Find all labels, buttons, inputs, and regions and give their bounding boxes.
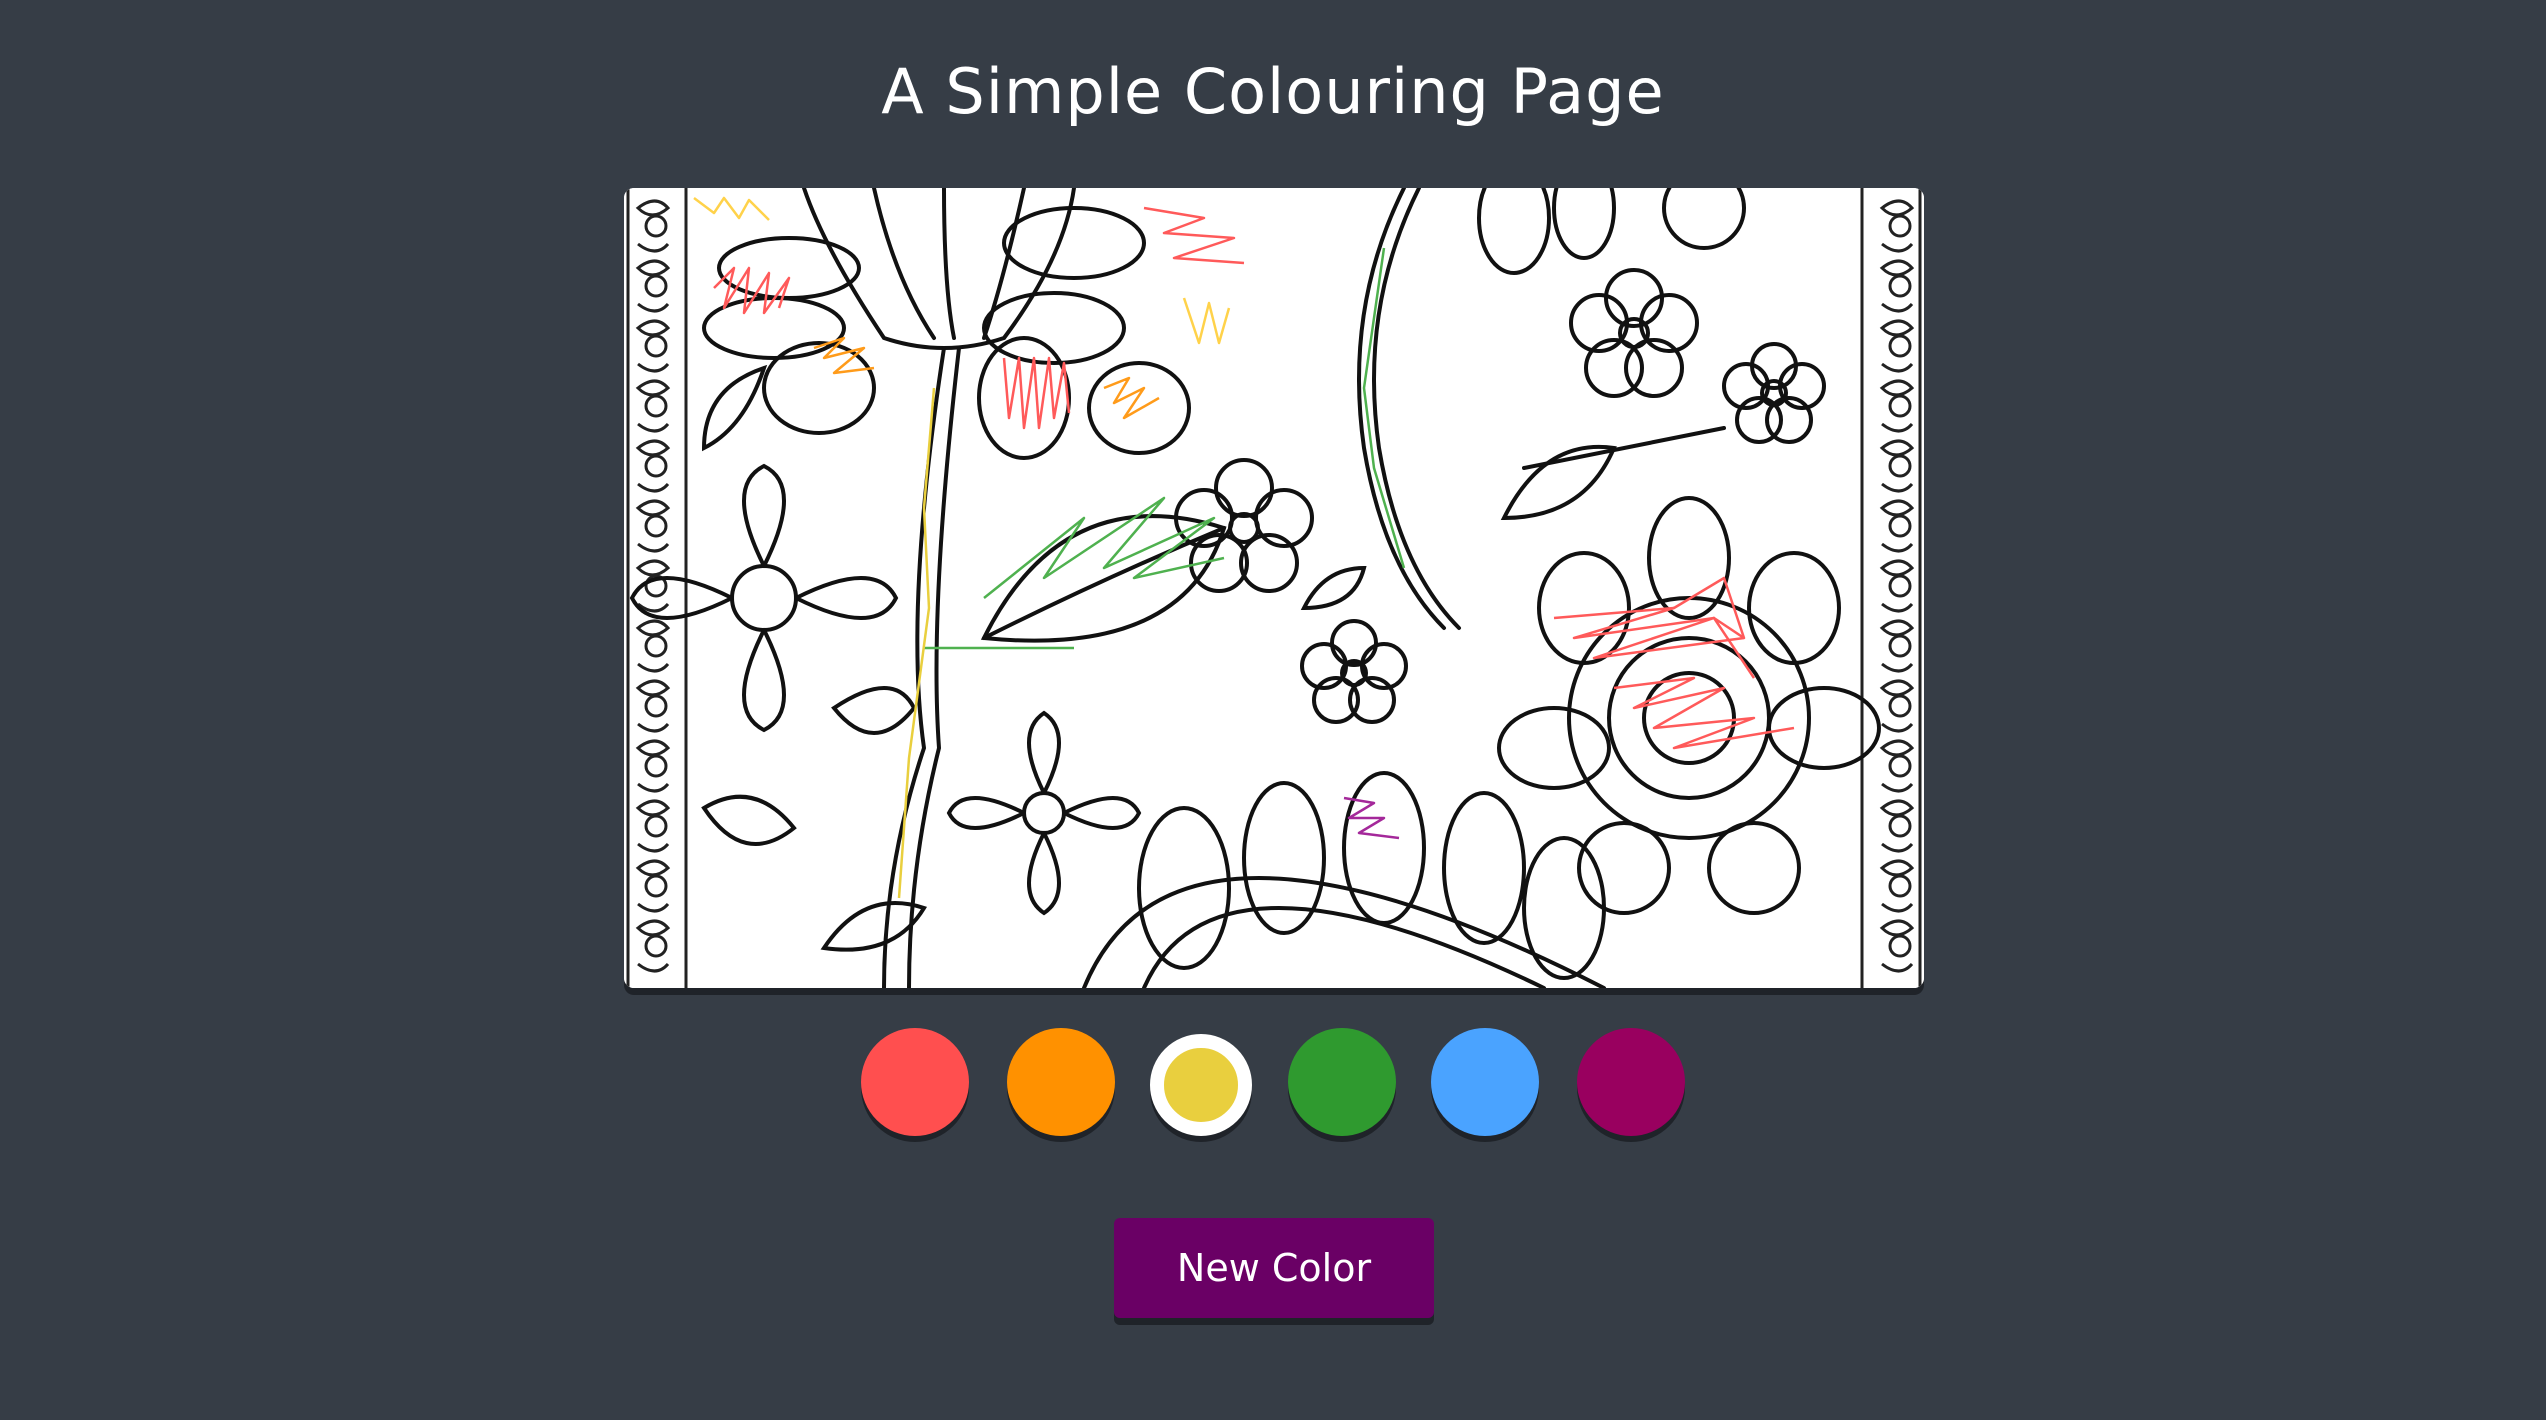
swatch-blue[interactable] <box>1431 1028 1539 1136</box>
colour-palette <box>0 1028 2546 1138</box>
swatch-purple[interactable] <box>1577 1028 1685 1136</box>
new-color-button[interactable]: New Color <box>1114 1218 1434 1318</box>
swatch-yellow[interactable] <box>1150 1034 1252 1136</box>
swatch-red[interactable] <box>861 1028 969 1136</box>
floral-line-art[interactable] <box>624 188 1924 988</box>
colouring-canvas[interactable] <box>624 188 1924 988</box>
swatch-orange[interactable] <box>1007 1028 1115 1136</box>
colouring-page: A Simple Colouring Page New Color <box>0 0 2546 1420</box>
swatch-green[interactable] <box>1288 1028 1396 1136</box>
page-title: A Simple Colouring Page <box>881 55 1665 128</box>
